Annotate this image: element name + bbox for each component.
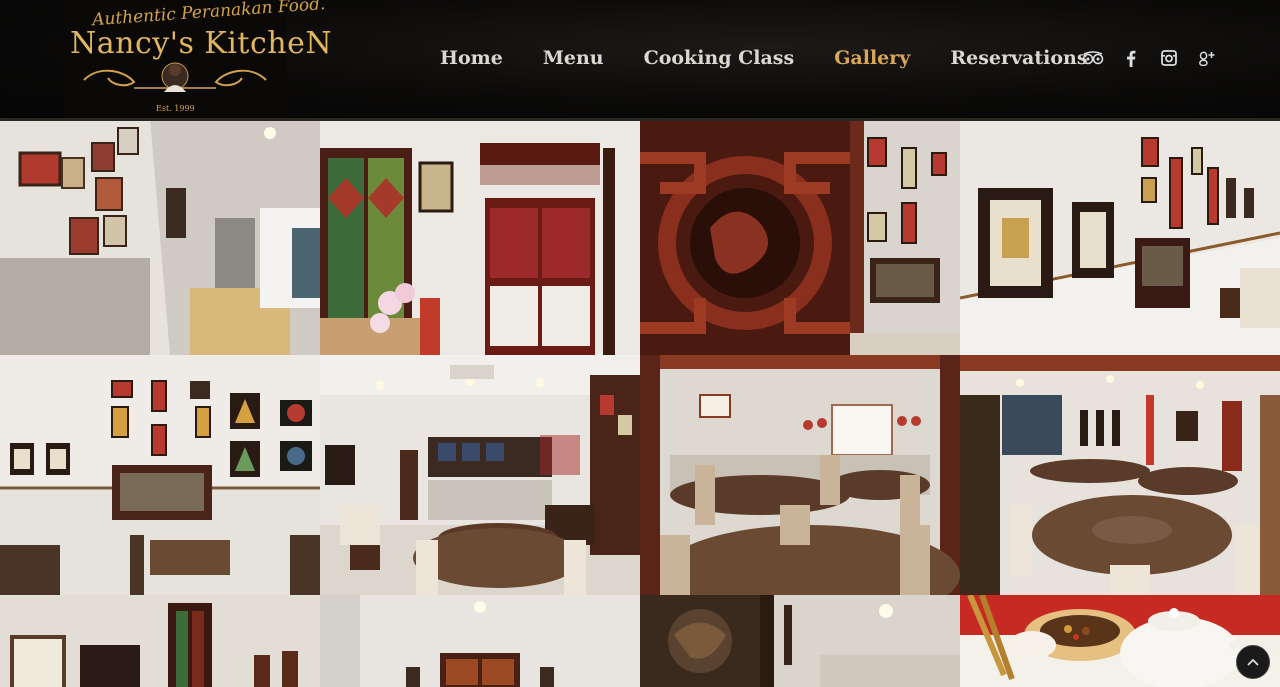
main-nav: Home Menu Cooking Class Gallery Reservat… <box>440 42 1128 74</box>
gallery-photo-6[interactable] <box>320 355 640 595</box>
nav-item-reservations[interactable]: Reservations <box>950 47 1087 69</box>
gallery-photo-4[interactable] <box>960 118 1280 355</box>
social-links <box>1074 44 1226 72</box>
gallery-photo-11[interactable] <box>640 595 960 687</box>
gallery-photo-2[interactable] <box>320 118 640 355</box>
facebook-icon[interactable] <box>1112 44 1150 72</box>
photo-gallery <box>0 118 1280 687</box>
gallery-photo-12[interactable] <box>960 595 1280 687</box>
tripadvisor-icon[interactable] <box>1074 44 1112 72</box>
nav-item-gallery[interactable]: Gallery <box>834 47 910 69</box>
gallery-photo-9[interactable] <box>0 595 320 687</box>
nav-item-home[interactable]: Home <box>440 47 503 69</box>
site-logo[interactable]: Authentic Peranakan Food. Nancy's Kitche… <box>64 0 332 118</box>
logo-established: Est. 1999 <box>156 104 195 113</box>
gallery-photo-5[interactable] <box>0 355 320 595</box>
gallery-photo-7[interactable] <box>640 355 960 595</box>
google-plus-icon[interactable] <box>1188 44 1226 72</box>
instagram-icon[interactable] <box>1150 44 1188 72</box>
nav-item-menu[interactable]: Menu <box>543 47 604 69</box>
nav-item-cooking-class[interactable]: Cooking Class <box>644 47 795 69</box>
back-to-top-button[interactable] <box>1236 645 1270 679</box>
logo-flourish-icon <box>83 62 267 92</box>
gallery-photo-8[interactable] <box>960 355 1280 595</box>
gallery-photo-10[interactable] <box>320 595 640 687</box>
gallery-photo-1[interactable] <box>0 118 320 355</box>
chevron-up-icon <box>1247 658 1259 666</box>
site-header: Authentic Peranakan Food. Nancy's Kitche… <box>0 0 1280 121</box>
gallery-photo-3[interactable] <box>640 118 960 355</box>
